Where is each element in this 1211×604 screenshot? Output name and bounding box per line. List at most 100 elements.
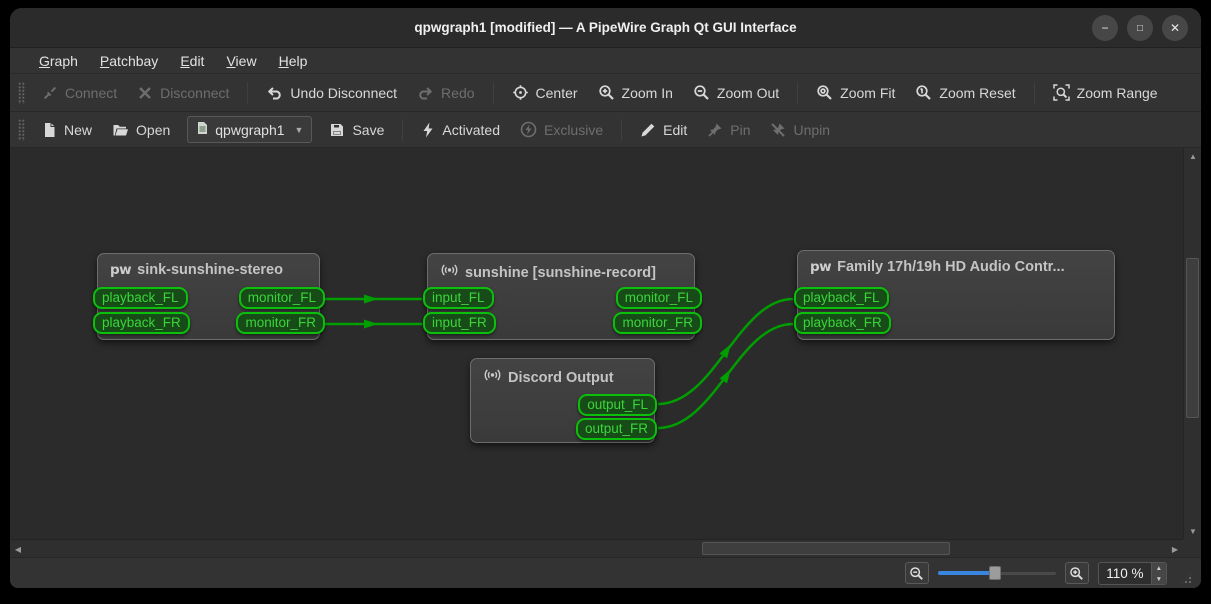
scroll-left-button[interactable]: ◀ — [10, 540, 26, 557]
unpin-button[interactable]: Unpin — [761, 117, 839, 143]
node-sunshine[interactable]: sunshine [sunshine-record] input_FL inpu… — [423, 253, 702, 340]
record-icon — [440, 262, 459, 283]
menubar: Graph Patchbay Edit View Help — [10, 48, 1201, 74]
pin-button[interactable]: Pin — [698, 117, 759, 143]
redo-button[interactable]: Redo — [408, 80, 483, 106]
exclusive-label: Exclusive — [543, 121, 604, 138]
port-playback-fr[interactable]: playback_FR — [794, 312, 891, 334]
node-title: sunshine [sunshine-record] — [465, 264, 656, 281]
minimize-button[interactable]: − — [1092, 15, 1118, 41]
undo-disconnect-button[interactable]: Undo Disconnect — [257, 80, 406, 106]
zoom-reset-button[interactable]: Zoom Reset — [906, 79, 1024, 106]
node-header: sunshine [sunshine-record] — [428, 254, 694, 287]
toolbar-drag-handle[interactable] — [18, 118, 25, 141]
port-monitor-fl[interactable]: monitor_FL — [238, 287, 325, 309]
zoom-slider-handle[interactable] — [988, 566, 1001, 580]
port-playback-fr[interactable]: playback_FR — [93, 312, 190, 334]
port-input-fr[interactable]: input_FR — [423, 312, 496, 334]
patchbay-file-icon — [196, 121, 209, 138]
unpin-label: Unpin — [793, 121, 831, 138]
zoom-range-button[interactable]: Zoom Range — [1044, 79, 1167, 106]
horizontal-scroll-thumb[interactable] — [702, 542, 950, 555]
horizontal-scrollbar: ◀ ▶ — [10, 539, 1183, 557]
port-playback-fl[interactable]: playback_FL — [93, 287, 188, 309]
titlebar: qpwgraph1 [modified] — A PipeWire Graph … — [10, 8, 1201, 48]
toolbar-separator — [621, 118, 623, 141]
spin-down-button[interactable]: ▼ — [1152, 574, 1166, 583]
zoom-fit-button[interactable]: Zoom Fit — [807, 79, 904, 106]
node-header: pw sink-sunshine-stereo — [98, 254, 319, 282]
connect-button[interactable]: Connect — [33, 80, 126, 106]
open-button[interactable]: Open — [103, 117, 179, 143]
menu-help[interactable]: Help — [268, 50, 319, 72]
graph-canvas[interactable]: pw sink-sunshine-stereo playback_FL play… — [10, 148, 1183, 539]
port-playback-fl[interactable]: playback_FL — [794, 287, 889, 309]
statusbar: 110 % ▲ ▼ — [10, 557, 1201, 588]
zoom-out-icon — [910, 566, 923, 580]
statusbar-zoom-out-button[interactable] — [904, 562, 929, 584]
window-controls: − □ ✕ — [1092, 15, 1188, 41]
menu-graph[interactable]: Graph — [28, 50, 89, 72]
vertical-scrollbar: ▲ ▼ — [1183, 148, 1201, 539]
statusbar-zoom-in-button[interactable] — [1064, 562, 1089, 584]
disconnect-button[interactable]: Disconnect — [128, 80, 238, 106]
zoom-out-button[interactable]: Zoom Out — [684, 79, 788, 106]
disconnect-icon — [137, 85, 153, 101]
toolbar-separator — [797, 81, 799, 104]
open-label: Open — [136, 121, 171, 138]
edit-button[interactable]: Edit — [631, 117, 696, 143]
node-title: Discord Output — [508, 369, 614, 386]
graph-view: pw sink-sunshine-stereo playback_FL play… — [10, 148, 1201, 557]
zoom-slider-fill — [937, 571, 995, 575]
zoom-range-label: Zoom Range — [1076, 84, 1158, 101]
toolbar-separator — [1033, 81, 1035, 104]
activated-label: Activated — [442, 121, 500, 138]
pin-label: Pin — [730, 121, 751, 138]
patchbay-file-selector[interactable]: qpwgraph1 ▼ — [187, 116, 313, 143]
open-icon — [112, 122, 129, 138]
activated-button[interactable]: Activated — [412, 117, 509, 143]
spinner-arrows: ▲ ▼ — [1150, 562, 1166, 584]
port-output-fl[interactable]: output_FL — [578, 394, 657, 416]
scroll-right-button[interactable]: ▶ — [1167, 540, 1183, 557]
save-button[interactable]: Save — [320, 117, 393, 143]
scroll-down-button[interactable]: ▼ — [1184, 523, 1201, 539]
unpin-icon — [770, 122, 786, 138]
toolbar-separator — [247, 81, 249, 104]
undo-icon — [266, 85, 283, 101]
window-resize-grip[interactable] — [1180, 572, 1193, 585]
exclusive-button[interactable]: Exclusive — [511, 116, 612, 143]
port-monitor-fl[interactable]: monitor_FL — [615, 287, 702, 309]
zoom-in-button[interactable]: Zoom In — [589, 79, 682, 106]
node-family-hd-audio[interactable]: pw Family 17h/19h HD Audio Contr... play… — [794, 250, 1115, 340]
window-title: qpwgraph1 [modified] — A PipeWire Graph … — [414, 20, 797, 35]
scroll-up-button[interactable]: ▲ — [1184, 148, 1201, 164]
port-input-fl[interactable]: input_FL — [423, 287, 494, 309]
zoom-out-label: Zoom Out — [716, 84, 780, 101]
node-discord-output[interactable]: Discord Output output_FL output_FR — [470, 358, 657, 443]
patchbay-file-name: qpwgraph1 — [215, 121, 285, 138]
scrollbar-corner — [1183, 539, 1201, 557]
node-title: Family 17h/19h HD Audio Contr... — [837, 259, 1065, 275]
spin-up-button[interactable]: ▲ — [1152, 563, 1166, 575]
new-file-icon — [42, 122, 57, 138]
toolbar-separator — [402, 118, 404, 141]
zoom-fit-icon — [816, 84, 833, 101]
close-button[interactable]: ✕ — [1162, 15, 1188, 41]
vertical-scroll-thumb[interactable] — [1186, 258, 1199, 418]
port-monitor-fr[interactable]: monitor_FR — [613, 312, 702, 334]
node-sink-sunshine-stereo[interactable]: pw sink-sunshine-stereo playback_FL play… — [93, 253, 325, 340]
port-output-fr[interactable]: output_FR — [575, 418, 657, 440]
new-button[interactable]: New — [33, 117, 101, 143]
center-button[interactable]: Center — [503, 79, 587, 106]
menu-patchbay[interactable]: Patchbay — [89, 50, 169, 72]
menu-edit[interactable]: Edit — [169, 50, 215, 72]
activated-icon — [421, 122, 435, 138]
zoom-percent-spinbox[interactable]: 110 % ▲ ▼ — [1097, 561, 1167, 585]
zoom-slider[interactable] — [937, 565, 1056, 581]
menu-view[interactable]: View — [215, 50, 267, 72]
maximize-button[interactable]: □ — [1127, 15, 1153, 41]
zoom-percent-value: 110 % — [1106, 565, 1144, 581]
toolbar-drag-handle[interactable] — [18, 81, 25, 104]
port-monitor-fr[interactable]: monitor_FR — [236, 312, 325, 334]
